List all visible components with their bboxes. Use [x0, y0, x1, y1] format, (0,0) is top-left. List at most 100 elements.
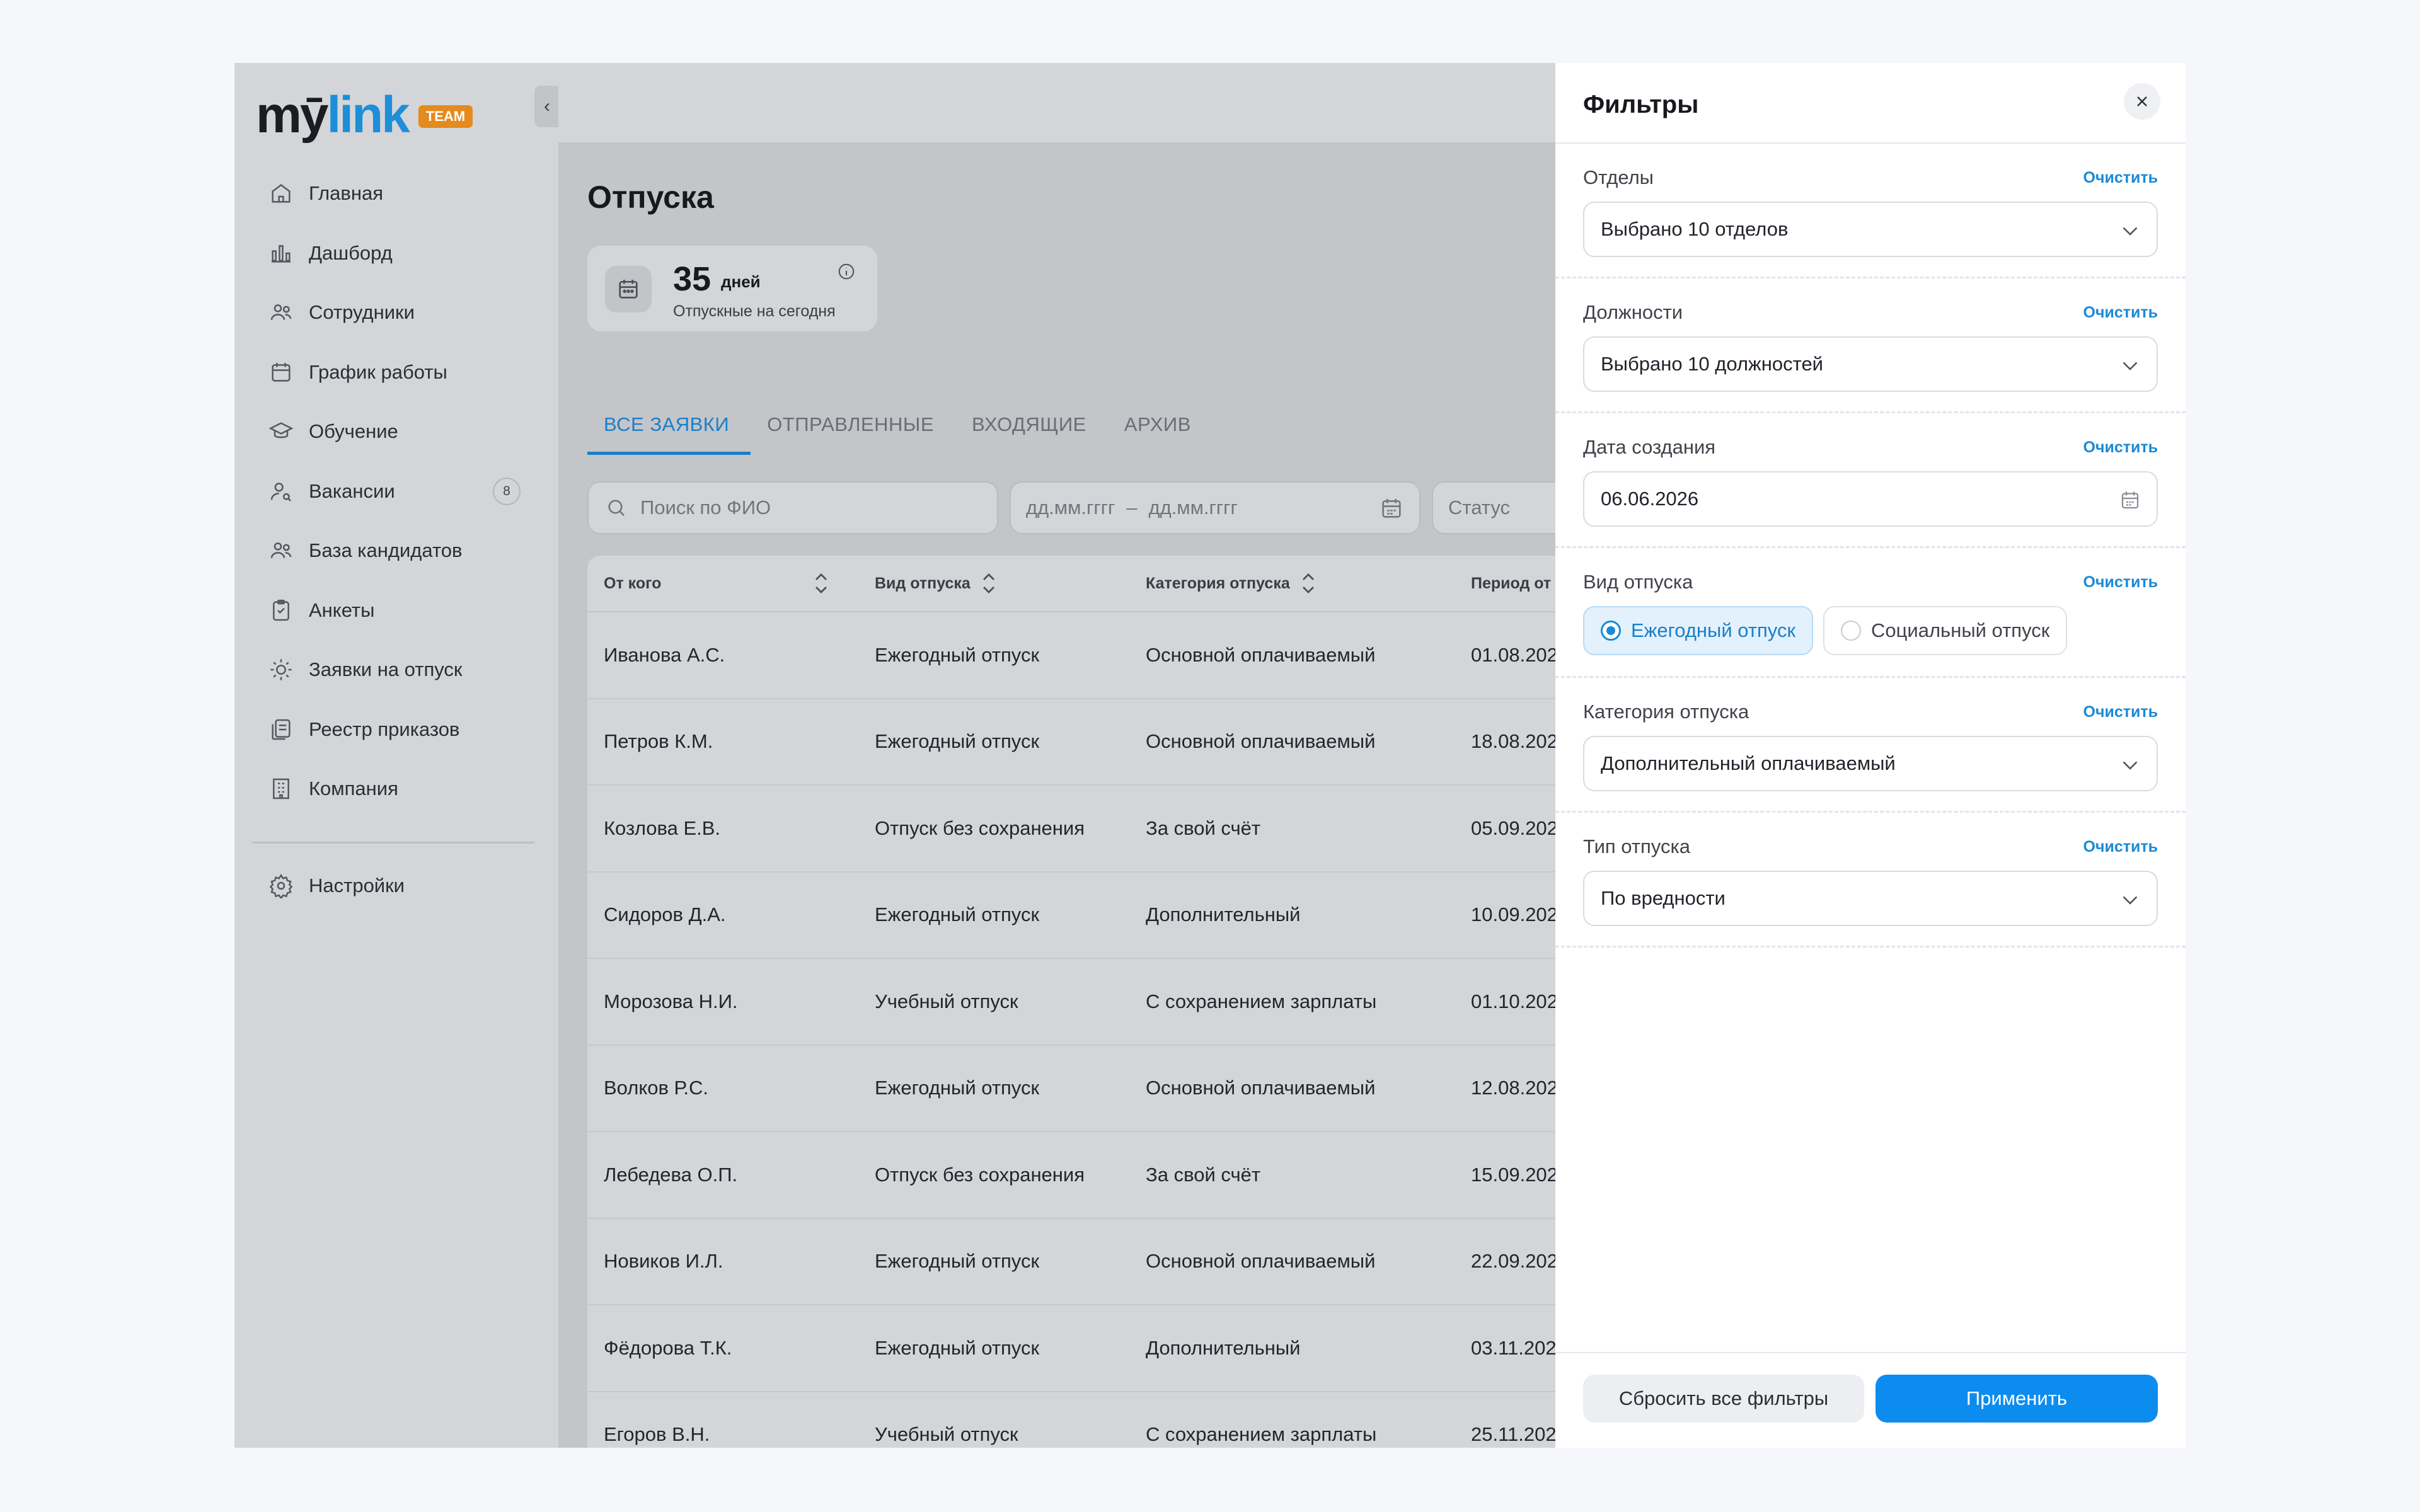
- logo-link: link: [326, 86, 410, 144]
- cell-period-from: 22.09.2026: [1471, 1250, 1555, 1273]
- sidebar-item-label: Заявки на отпуск: [309, 658, 463, 681]
- sidebar-item-learning[interactable]: Обучение: [252, 402, 534, 462]
- cell-from: Волков Р.С.: [604, 1077, 708, 1099]
- tab-sent[interactable]: ОТПРАВЛЕННЫЕ: [751, 407, 955, 455]
- table-row[interactable]: Лебедева О.П. Отпуск без сохранения За сво…: [587, 1132, 1555, 1219]
- table-row[interactable]: Сидоров Д.А. Ежегодный отпуск Дополнительн…: [587, 873, 1555, 959]
- cell-vacation-category: Дополнительный: [1146, 1336, 1301, 1359]
- requests-table: От кого Вид отпуска Категория отпуска Пе…: [587, 556, 1555, 1448]
- sidebar-item-schedule[interactable]: График работы: [252, 343, 534, 403]
- vacancies-count-badge: 8: [493, 477, 521, 505]
- column-vacation-kind[interactable]: Вид отпуска: [858, 556, 1129, 611]
- select-value: Выбрано 10 отделов: [1601, 218, 1789, 240]
- filter-label: Должности: [1583, 301, 1683, 323]
- sidebar-item-label: График работы: [309, 360, 447, 383]
- cell-period-from: 15.09.2026: [1471, 1163, 1555, 1186]
- sidebar-item-vacation-requests[interactable]: Заявки на отпуск: [252, 640, 534, 700]
- table-row[interactable]: Морозова Н.И. Учебный отпуск С сохранением…: [587, 959, 1555, 1046]
- departments-select[interactable]: Выбрано 10 отделов: [1583, 202, 2158, 257]
- calendar-icon: [272, 362, 291, 382]
- sort-icon[interactable]: [1300, 572, 1317, 595]
- column-label: Категория отпуска: [1146, 574, 1290, 592]
- cell-vacation-category: Основной оплачиваемый: [1146, 1077, 1376, 1099]
- logo-wordmark: mӯlink: [256, 86, 410, 144]
- cell-from: Егоров В.Н.: [604, 1423, 710, 1446]
- vacation-days-card: 35 дней Отпускные на сегодня: [587, 246, 877, 331]
- calendar-icon[interactable]: [1379, 496, 1404, 521]
- select-value: Выбрано 10 должностей: [1601, 353, 1824, 375]
- collapse-sidebar-button[interactable]: ‹: [534, 86, 560, 127]
- sidebar-item-label: Компания: [309, 777, 398, 800]
- sidebar-item-home[interactable]: Главная: [252, 164, 534, 224]
- radio-social-vacation[interactable]: Социальный отпуск: [1823, 606, 2068, 655]
- table-header: От кого Вид отпуска Категория отпуска Пе…: [587, 556, 1555, 612]
- sidebar: mӯlink TEAM ‹ Главная Дашборд Сотрудники…: [234, 63, 560, 1448]
- sidebar-item-label: Сотрудники: [309, 301, 415, 324]
- table-row[interactable]: Новиков И.Л. Ежегодный отпуск Основной опл…: [587, 1219, 1555, 1305]
- filters-header: Фильтры: [1555, 63, 2186, 144]
- reset-filters-button[interactable]: Сбросить все фильтры: [1583, 1375, 1864, 1423]
- cell-from: Сидоров Д.А.: [604, 903, 726, 926]
- clear-vacation-kind-link[interactable]: Очистить: [2083, 573, 2158, 592]
- cell-from: Новиков И.Л.: [604, 1250, 723, 1273]
- column-from[interactable]: От кого: [587, 556, 858, 611]
- top-bar: [558, 63, 1555, 142]
- status-select[interactable]: Статус: [1432, 481, 1555, 534]
- sidebar-item-dashboard[interactable]: Дашборд: [252, 224, 534, 284]
- cell-vacation-kind: Учебный отпуск: [875, 990, 1018, 1012]
- close-filters-button[interactable]: [2124, 83, 2160, 120]
- category-select[interactable]: Дополнительный оплачиваемый: [1583, 736, 2158, 791]
- logo-badge: TEAM: [418, 105, 473, 128]
- sidebar-item-vacancies[interactable]: Вакансии 8: [252, 462, 534, 522]
- sun-icon: [270, 659, 292, 680]
- sort-icon[interactable]: [813, 572, 829, 595]
- table-row[interactable]: Волков Р.С. Ежегодный отпуск Основной опла…: [587, 1046, 1555, 1132]
- tab-archive[interactable]: АРХИВ: [1108, 407, 1213, 455]
- clear-created-date-link[interactable]: Очистить: [2083, 438, 2158, 457]
- vacation-kind-radio-group: Ежегодный отпуск Социальный отпуск: [1583, 606, 2068, 655]
- cell-vacation-kind: Ежегодный отпуск: [875, 903, 1040, 926]
- cell-vacation-category: Основной оплачиваемый: [1146, 730, 1376, 753]
- column-vacation-category[interactable]: Категория отпуска: [1129, 556, 1455, 611]
- table-row[interactable]: Петров К.М. Ежегодный отпуск Основной опла…: [587, 699, 1555, 786]
- date-range-input[interactable]: дд.мм.гггг – дд.мм.гггг: [1010, 481, 1420, 534]
- created-date-input[interactable]: 06.06.2026: [1583, 471, 2158, 527]
- table-row[interactable]: Егоров В.Н. Учебный отпуск С сохранением з…: [587, 1392, 1555, 1448]
- chevron-down-icon: [2123, 227, 2138, 236]
- clear-type-link[interactable]: Очистить: [2083, 838, 2158, 856]
- calendar-icon[interactable]: [2119, 489, 2141, 512]
- type-select[interactable]: По вредности: [1583, 871, 2158, 926]
- filters-footer: Сбросить все фильтры Применить: [1555, 1352, 2186, 1448]
- clear-positions-link[interactable]: Очистить: [2083, 304, 2158, 322]
- column-label: От кого: [604, 574, 662, 592]
- home-icon: [272, 184, 291, 203]
- sidebar-item-company[interactable]: Компания: [252, 759, 534, 819]
- table-row[interactable]: Козлова Е.В. Отпуск без сохранения За свой…: [587, 786, 1555, 873]
- logo[interactable]: mӯlink TEAM: [256, 81, 473, 150]
- page-title: Отпуска: [587, 180, 714, 215]
- sidebar-item-label: Настройки: [309, 874, 405, 896]
- sidebar-item-candidates[interactable]: База кандидатов: [252, 521, 534, 581]
- requests-tabs: ВСЕ ЗАЯВКИ ОТПРАВЛЕННЫЕ ВХОДЯЩИЕ АРХИВ: [587, 407, 1213, 455]
- tab-all-requests[interactable]: ВСЕ ЗАЯВКИ: [587, 407, 751, 455]
- apply-filters-button[interactable]: Применить: [1876, 1375, 2158, 1423]
- cell-vacation-kind: Отпуск без сохранения: [875, 816, 1085, 839]
- tab-incoming[interactable]: ВХОДЯЩИЕ: [955, 407, 1108, 455]
- positions-select[interactable]: Выбрано 10 должностей: [1583, 336, 2158, 392]
- cell-vacation-kind: Отпуск без сохранения: [875, 1163, 1085, 1186]
- clear-departments-link[interactable]: Очистить: [2083, 169, 2158, 187]
- sidebar-item-settings[interactable]: Настройки: [252, 856, 534, 916]
- sidebar-item-questionnaires[interactable]: Анкеты: [252, 581, 534, 641]
- cell-vacation-category: Дополнительный: [1146, 903, 1301, 926]
- sidebar-item-employees[interactable]: Сотрудники: [252, 283, 534, 343]
- sidebar-item-orders[interactable]: Реестр приказов: [252, 700, 534, 760]
- info-icon[interactable]: [837, 262, 856, 281]
- table-row[interactable]: Фёдорова Т.К. Ежегодный отпуск Дополнитель…: [587, 1305, 1555, 1392]
- sort-icon[interactable]: [981, 572, 997, 595]
- column-period-from[interactable]: Период от: [1455, 556, 1555, 611]
- clear-category-link[interactable]: Очистить: [2083, 703, 2158, 721]
- cell-period-from: 01.08.2026: [1471, 643, 1555, 666]
- table-row[interactable]: Иванова А.С. Ежегодный отпуск Основной опл…: [587, 612, 1555, 699]
- radio-annual-vacation[interactable]: Ежегодный отпуск: [1583, 606, 1814, 655]
- search-input[interactable]: Поиск по ФИО: [587, 481, 998, 534]
